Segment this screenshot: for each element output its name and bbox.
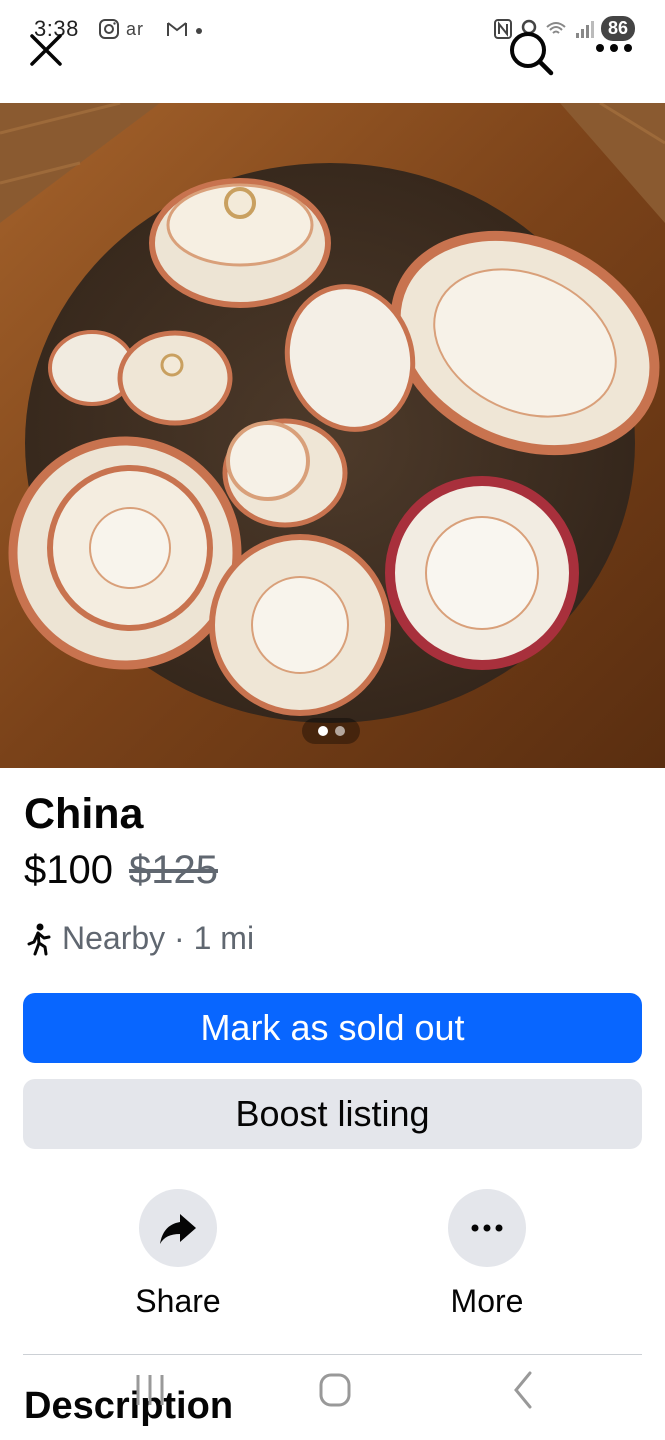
more-action[interactable]: More: [387, 1189, 587, 1320]
gmail-icon: [167, 22, 187, 36]
pager-dot: [334, 726, 345, 736]
svg-text:r: r: [137, 19, 143, 39]
more-icon: [471, 1224, 503, 1232]
dot-icon: [196, 28, 202, 34]
listing-photo[interactable]: [0, 103, 665, 768]
back-button[interactable]: [492, 1365, 552, 1415]
share-icon: [160, 1214, 196, 1244]
notification-icons: ar: [98, 18, 204, 40]
more-label: More: [450, 1283, 524, 1319]
system-navigation-bar: [0, 1365, 665, 1425]
recent-apps-button[interactable]: [120, 1365, 180, 1415]
app-icon: ar: [126, 19, 143, 39]
section-divider: [23, 1354, 642, 1355]
close-icon: [30, 34, 62, 66]
recent-apps-icon: [136, 1375, 164, 1405]
search-button[interactable]: [506, 28, 556, 78]
china-set-image: [0, 103, 665, 768]
close-button[interactable]: [26, 30, 66, 70]
svg-text:a: a: [126, 19, 137, 39]
signal-icon: [575, 20, 594, 38]
price-row: $100 $125: [24, 848, 218, 893]
walk-icon: [27, 923, 51, 955]
status-bar: 3:38 ar 86: [0, 0, 665, 100]
more-icon: [596, 44, 632, 52]
share-label: Share: [135, 1283, 221, 1319]
search-icon: [510, 32, 554, 76]
share-action[interactable]: Share: [78, 1189, 278, 1320]
more-button[interactable]: [448, 1189, 526, 1267]
home-icon: [319, 1373, 351, 1407]
boost-listing-button[interactable]: Boost listing: [23, 1079, 642, 1149]
share-button[interactable]: [139, 1189, 217, 1267]
location-row: Nearby · 1 mi: [24, 920, 254, 957]
photo-pager[interactable]: [302, 718, 360, 744]
instagram-icon: [99, 19, 119, 39]
location-text: Nearby · 1 mi: [62, 920, 255, 956]
home-button[interactable]: [305, 1365, 365, 1415]
mark-sold-button[interactable]: Mark as sold out: [23, 993, 642, 1063]
more-options-button[interactable]: [594, 38, 634, 58]
original-price: $125: [128, 848, 218, 892]
pager-dot-active: [317, 726, 328, 736]
current-price: $100: [24, 848, 113, 892]
back-icon: [514, 1371, 532, 1409]
listing-title: China: [24, 790, 144, 838]
